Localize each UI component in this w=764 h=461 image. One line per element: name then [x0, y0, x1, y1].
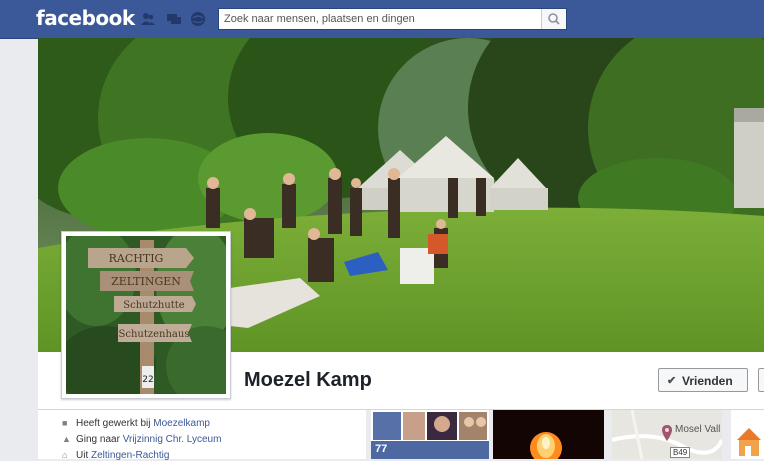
photo-fire-image	[493, 410, 604, 459]
about-work: ■ Heeft gewerkt bij Moezelkamp	[62, 418, 210, 429]
facebook-logo[interactable]: facebook	[36, 6, 135, 30]
map-label: Mosel Vall	[675, 424, 721, 435]
friend-requests-icon[interactable]	[140, 11, 156, 27]
about-home: ⌂ Uit Zeltingen-Rachtig	[62, 450, 169, 461]
about-education: ▲ Ging naar Vrijzinnig Chr. Lyceum	[62, 434, 221, 445]
search-button[interactable]	[541, 9, 566, 29]
checkmark-icon: ✔	[667, 375, 677, 387]
likes-tile[interactable]	[731, 410, 764, 459]
search-icon	[548, 13, 560, 25]
friends-collage	[371, 410, 489, 459]
about-work-link[interactable]: Moezelkamp	[153, 418, 210, 429]
map-tile[interactable]: Mosel Vall B49	[612, 410, 722, 459]
sign-line-4: Schutzenhaus	[119, 329, 190, 340]
notifications-icon[interactable]	[190, 11, 206, 27]
search-input[interactable]	[219, 9, 544, 29]
map-pin-icon	[662, 425, 672, 441]
profile-name[interactable]: Moezel Kamp	[244, 369, 372, 392]
about-work-prefix: Heeft gewerkt bij	[76, 418, 154, 429]
more-options-button[interactable]	[758, 368, 764, 392]
sign-post-number: 22	[142, 375, 153, 385]
friends-button-label: Vrienden	[682, 374, 733, 388]
about-education-link[interactable]: Vrijzinnig Chr. Lyceum	[123, 434, 222, 445]
education-icon: ▲	[62, 434, 71, 444]
likes-icon	[731, 410, 764, 459]
top-bar: facebook	[0, 0, 764, 39]
messages-icon[interactable]	[166, 11, 182, 27]
profile-picture[interactable]: RACHTIG ZELTINGEN Schutzhutte Schutzenha…	[61, 231, 231, 399]
sign-line-1: RACHTIG	[109, 252, 164, 265]
about-education-prefix: Ging naar	[76, 434, 123, 445]
friends-tile[interactable]: 77	[371, 410, 489, 459]
about-home-link[interactable]: Zeltingen-Rachtig	[91, 450, 169, 461]
photos-tile[interactable]	[493, 410, 604, 459]
about-section: ■ Heeft gewerkt bij Moezelkamp ▲ Ging naar…	[38, 410, 366, 461]
about-home-prefix: Uit	[76, 450, 91, 461]
map-road-label: B49	[670, 447, 691, 458]
search-box	[218, 8, 567, 30]
friends-button[interactable]: ✔ Vrienden	[658, 368, 748, 392]
sign-line-3: Schutzhutte	[123, 300, 185, 311]
sign-line-2: ZELTINGEN	[111, 275, 181, 288]
work-icon: ■	[62, 418, 68, 428]
profile-picture-image: RACHTIG ZELTINGEN Schutzhutte Schutzenha…	[66, 236, 226, 394]
friends-count: 77	[375, 443, 388, 455]
